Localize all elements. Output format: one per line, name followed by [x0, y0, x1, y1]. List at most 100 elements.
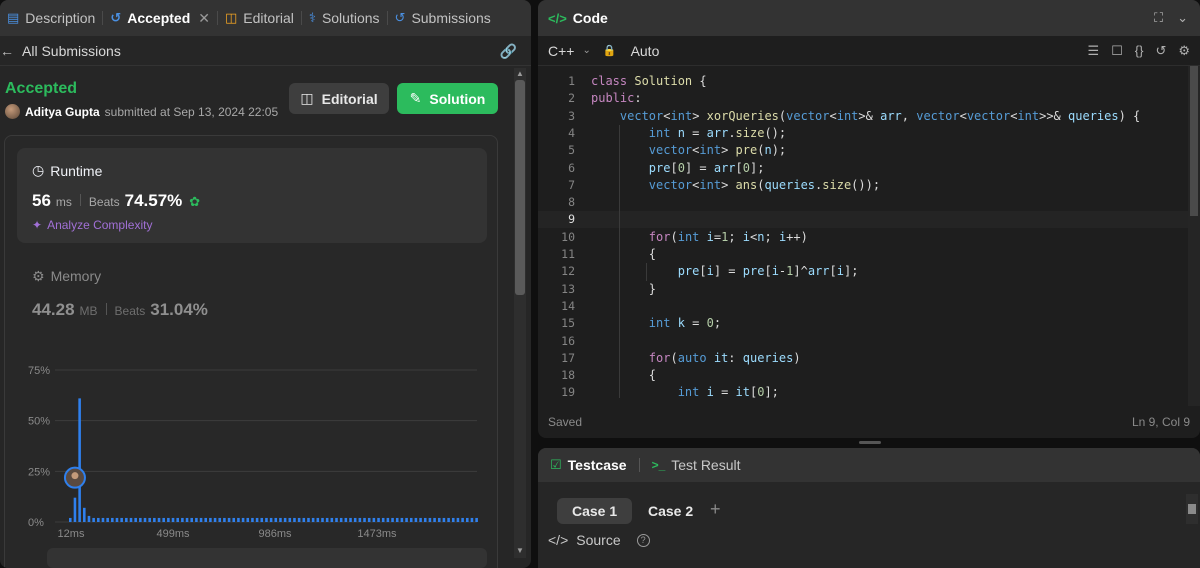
chart-bar: [195, 517, 198, 522]
tab-testcase[interactable]: Testcase: [568, 457, 627, 473]
code-line[interactable]: 7 vector<int> ans(queries.size());: [538, 177, 1188, 194]
chevron-down-icon[interactable]: ⌄: [1177, 10, 1188, 26]
y-tick-label: 75%: [28, 365, 50, 377]
code-title: Code: [572, 10, 608, 26]
code-line[interactable]: 3 vector<int> xorQueries(vector<int>& ar…: [538, 108, 1188, 125]
analyze-complexity-link[interactable]: ✦ Analyze Complexity: [32, 218, 152, 232]
tab-label: Submissions: [411, 10, 491, 26]
add-case-icon[interactable]: +: [710, 499, 721, 520]
braces-icon[interactable]: {}: [1135, 43, 1144, 59]
line-number: 6: [568, 160, 575, 175]
code-line[interactable]: 11 {: [538, 246, 1188, 263]
code-line[interactable]: 14: [538, 298, 1188, 315]
code-line[interactable]: 4 int n = arr.size();: [538, 125, 1188, 142]
code-line[interactable]: 9: [538, 211, 1188, 229]
book-icon: ◫: [225, 10, 238, 25]
x-tick-label: 986ms: [258, 528, 292, 540]
username[interactable]: Aditya Gupta: [25, 105, 100, 119]
memory-title[interactable]: ⚙ Memory: [32, 268, 101, 285]
chart-bar: [260, 517, 264, 522]
runtime-section[interactable]: ◷ Runtime 56 ms Beats 74.57% ✿ ✦ Analyze…: [17, 148, 487, 243]
performance-card: ◷ Runtime 56 ms Beats 74.57% ✿ ✦ Analyze…: [4, 135, 498, 568]
chart-bar: [470, 517, 474, 522]
reset-icon[interactable]: ↺: [1155, 43, 1166, 59]
chevron-down-icon[interactable]: ⌄: [582, 45, 590, 56]
code-header-actions: ⛶ ⌄: [1154, 10, 1188, 26]
code-editor[interactable]: 1 class Solution {2 public: 3 vector<int> x…: [538, 70, 1188, 398]
arrow-left-icon[interactable]: ←: [0, 43, 14, 59]
editor-scrollbar[interactable]: [1188, 66, 1200, 406]
runtime-title-text: Runtime: [50, 162, 103, 179]
tab-label: Description: [25, 10, 96, 26]
chart-bar: [409, 517, 413, 522]
y-tick-label: 25%: [28, 466, 50, 478]
testcase-scroll-thumb[interactable]: [1188, 504, 1196, 514]
panel-resize-handle[interactable]: [859, 441, 881, 444]
chart-bar: [134, 517, 137, 522]
source-toggle[interactable]: </> Source ?: [548, 532, 650, 548]
memory-beats: 31.04%: [150, 300, 208, 319]
solution-button[interactable]: ✎ Solution: [397, 83, 498, 114]
close-icon[interactable]: ✕: [198, 10, 210, 27]
line-number: 19: [561, 385, 575, 398]
scroll-up-icon[interactable]: ▲: [516, 69, 524, 78]
case-2-button[interactable]: Case 2: [633, 498, 708, 524]
chart-bar: [339, 517, 343, 522]
chart-bar: [363, 517, 366, 522]
scroll-down-icon[interactable]: ▼: [516, 546, 524, 555]
code-line[interactable]: 13 }: [538, 281, 1188, 298]
language-select[interactable]: C++: [548, 43, 574, 59]
share-link-icon[interactable]: 🔗: [500, 43, 517, 60]
bookmark-icon[interactable]: ☐: [1111, 43, 1123, 59]
code-line[interactable]: 10 for(int i=1; i<n; i++): [538, 229, 1188, 246]
runtime-distribution-chart[interactable]: 75% 50% 25% 0% 12ms 499ms 986ms 1473ms: [5, 361, 499, 546]
fullscreen-icon[interactable]: ⛶: [1154, 10, 1163, 26]
scroll-thumb[interactable]: [515, 80, 525, 295]
help-icon[interactable]: ?: [636, 533, 650, 547]
line-number: 3: [568, 108, 575, 123]
chart-bar: [181, 517, 184, 522]
chart-bar: [78, 398, 81, 522]
format-icon[interactable]: ☰: [1087, 43, 1099, 59]
chart-bar: [87, 515, 91, 522]
all-submissions-link[interactable]: All Submissions: [22, 43, 121, 59]
chart-bar: [419, 517, 422, 522]
chart-bar: [349, 517, 352, 522]
testcase-scrollbar[interactable]: [1186, 494, 1198, 524]
chart-bar: [185, 517, 189, 522]
code-line[interactable]: 16: [538, 333, 1188, 350]
case-1-button[interactable]: Case 1: [557, 498, 633, 524]
code-line[interactable]: 17 for(auto it: queries): [538, 350, 1188, 367]
chart-bar: [447, 517, 450, 522]
submission-panel: ▤ Description ↺ Accepted ✕ ◫ Editorial ⚕…: [0, 0, 531, 568]
editorial-button[interactable]: ◫ Editorial: [289, 83, 389, 114]
avatar[interactable]: [5, 104, 20, 119]
history-icon: ↺: [110, 10, 122, 25]
tab-submissions[interactable]: ↺ Submissions: [388, 0, 498, 36]
scrollbar[interactable]: ▲ ▼: [514, 68, 526, 558]
tab-accepted[interactable]: ↺ Accepted ✕: [103, 0, 217, 36]
tab-test-result[interactable]: Test Result: [671, 457, 740, 473]
editor-footer: Saved Ln 9, Col 9: [538, 406, 1200, 438]
chart-bar: [288, 517, 292, 522]
code-line[interactable]: 19 int i = it[0];: [538, 384, 1188, 398]
tab-description[interactable]: ▤ Description: [0, 0, 102, 36]
code-line[interactable]: 8: [538, 194, 1188, 211]
auto-mode-label[interactable]: Auto: [631, 43, 660, 59]
code-line[interactable]: 15 int k = 0;: [538, 315, 1188, 332]
tab-editorial[interactable]: ◫ Editorial: [218, 0, 301, 36]
y-tick-label: 0%: [28, 517, 44, 529]
code-line[interactable]: 18 {: [538, 367, 1188, 384]
code-line[interactable]: 12 pre[i] = pre[i-1]^arr[i];: [538, 263, 1188, 280]
editor-scroll-thumb[interactable]: [1190, 66, 1198, 216]
settings-icon[interactable]: ⚙: [1178, 43, 1190, 59]
code-line[interactable]: 6 pre[0] = arr[0];: [538, 160, 1188, 177]
indent-guide: [619, 124, 620, 398]
chart-bar: [148, 517, 151, 522]
tab-solutions[interactable]: ⚕ Solutions: [302, 0, 387, 36]
code-line[interactable]: 1 class Solution {: [538, 73, 1188, 90]
code-line[interactable]: 5 vector<int> pre(n);: [538, 142, 1188, 159]
code-line[interactable]: 2 public:: [538, 90, 1188, 107]
chart-bar: [377, 517, 380, 522]
tab-bar: ▤ Description ↺ Accepted ✕ ◫ Editorial ⚕…: [0, 0, 531, 36]
